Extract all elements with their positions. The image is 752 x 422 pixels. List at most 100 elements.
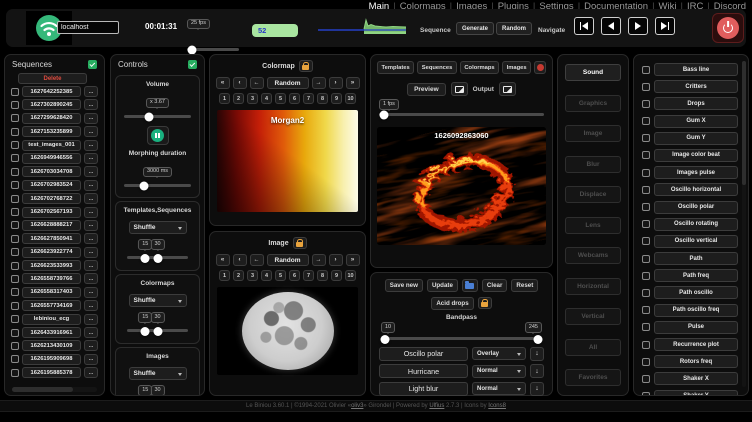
plugin-name-button[interactable]: Hurricane [379, 364, 468, 378]
fps-slider-handle[interactable] [188, 45, 197, 54]
sequence-name-button[interactable]: 1626627850941 [22, 233, 81, 244]
nav-last-button[interactable] [655, 17, 675, 35]
category-button[interactable]: All [565, 339, 621, 356]
move-down-button[interactable]: ↓ [530, 364, 544, 378]
preview-fullscreen-button[interactable] [451, 82, 468, 96]
plugin-checkbox[interactable] [642, 66, 650, 74]
plugin-button[interactable]: Shaker X [654, 372, 738, 385]
category-button[interactable]: Vertical [565, 308, 621, 325]
record-button[interactable] [534, 61, 546, 74]
plugin-checkbox[interactable] [642, 117, 650, 125]
host-input[interactable] [57, 21, 119, 34]
sequence-checkbox[interactable] [11, 302, 19, 310]
sequence-checkbox[interactable] [11, 101, 19, 109]
generate-button[interactable]: Generate [456, 22, 494, 35]
pager-prev-button[interactable]: « [216, 254, 230, 266]
bandpass-max-handle[interactable] [533, 335, 542, 344]
range-max-handle[interactable] [153, 327, 162, 336]
pager-number-button[interactable]: 3 [247, 270, 259, 281]
nav-next-button[interactable] [628, 17, 648, 35]
sequence-name-button[interactable]: 1627299628420 [22, 113, 81, 124]
sequence-checkbox[interactable] [11, 221, 19, 229]
category-button[interactable]: Horizontal [565, 278, 621, 295]
sequence-name-button[interactable]: 1627642252385 [22, 86, 81, 97]
category-button[interactable]: Webcams [565, 247, 621, 264]
plugin-button[interactable]: Oscillo horizontal [654, 183, 738, 196]
plugin-checkbox[interactable] [642, 100, 650, 108]
plugin-button[interactable]: Gum Y [654, 132, 738, 145]
plugin-button[interactable]: Oscillo vertical [654, 235, 738, 248]
sequence-checkbox[interactable] [11, 288, 19, 296]
sequence-checkbox[interactable] [11, 128, 19, 136]
duration-range-slider[interactable]: 15 30 [127, 239, 188, 263]
category-button[interactable]: Image [565, 125, 621, 142]
plugin-button[interactable]: Images pulse [654, 166, 738, 179]
shuffle-mode-select[interactable]: Shuffle [129, 294, 187, 307]
sequence-options-button[interactable]: ... [84, 247, 98, 258]
category-button[interactable]: Blur [565, 156, 621, 173]
category-button[interactable]: Favorites [565, 369, 621, 386]
pager-number-button[interactable]: 6 [289, 93, 301, 104]
pause-button[interactable] [147, 126, 169, 145]
morphing-slider-handle[interactable] [140, 181, 149, 190]
sequence-options-button[interactable]: ... [84, 273, 98, 284]
blend-mode-select[interactable]: Overlay [472, 347, 526, 360]
plugin-checkbox[interactable] [642, 289, 650, 297]
preview-tab-button[interactable]: Images [502, 61, 531, 74]
plugin-checkbox[interactable] [642, 375, 650, 383]
category-button[interactable]: Sound [565, 64, 621, 81]
category-button[interactable]: Graphics [565, 95, 621, 112]
sequence-options-button[interactable]: ... [84, 220, 98, 231]
sequence-checkbox[interactable] [11, 262, 19, 270]
pager-number-button[interactable]: 4 [261, 93, 273, 104]
template-lock-button[interactable] [478, 297, 492, 309]
plugin-button[interactable]: Path freq [654, 269, 738, 282]
sequence-checkbox[interactable] [11, 141, 19, 149]
plugin-button[interactable]: Pulse [654, 321, 738, 334]
sequence-name-button[interactable]: 1626558739766 [22, 273, 81, 284]
sequence-options-button[interactable]: ... [84, 86, 98, 97]
sequence-checkbox[interactable] [11, 355, 19, 363]
sequence-checkbox[interactable] [11, 195, 19, 203]
plugin-button[interactable]: Shaker Y [654, 390, 738, 396]
pager-number-button[interactable]: 10 [345, 270, 357, 281]
pager-prev-button[interactable]: ← [250, 77, 264, 89]
nav-prev-button[interactable] [601, 17, 621, 35]
plugin-checkbox[interactable] [642, 83, 650, 91]
pager-random-button[interactable]: Random [267, 254, 309, 266]
plugin-checkbox[interactable] [642, 341, 650, 349]
preview-button[interactable]: Preview [407, 83, 446, 96]
sequence-name-button[interactable]: 1626702567193 [22, 207, 81, 218]
plugin-checkbox[interactable] [642, 255, 650, 263]
plugin-checkbox[interactable] [642, 306, 650, 314]
hscrollbar-thumb[interactable] [12, 387, 73, 392]
sequence-checkbox[interactable] [11, 235, 19, 243]
sequence-name-button[interactable]: 1626557734169 [22, 300, 81, 311]
reset-button[interactable]: Reset [511, 279, 538, 292]
sequence-name-button[interactable]: 1626702983524 [22, 180, 81, 191]
range-min-handle[interactable] [141, 254, 150, 263]
sequence-options-button[interactable]: ... [84, 354, 98, 365]
range-min-handle[interactable] [141, 327, 150, 336]
sequence-options-button[interactable]: ... [84, 327, 98, 338]
plugin-button[interactable]: Oscillo polar [654, 201, 738, 214]
plugin-checkbox[interactable] [642, 392, 650, 396]
sequence-checkbox[interactable] [11, 114, 19, 122]
sequence-checkbox[interactable] [11, 329, 19, 337]
plugin-button[interactable]: Critters [654, 80, 738, 93]
pager-number-button[interactable]: 2 [233, 270, 245, 281]
sequence-options-button[interactable]: ... [84, 260, 98, 271]
plugin-checkbox[interactable] [642, 358, 650, 366]
vscrollbar-thumb[interactable] [742, 61, 746, 185]
pager-number-button[interactable]: 4 [261, 270, 273, 281]
plugin-button[interactable]: Recurrence plot [654, 338, 738, 351]
pager-number-button[interactable]: 8 [317, 93, 329, 104]
template-name-button[interactable]: Acid drops [431, 297, 473, 310]
sequence-name-button[interactable]: 1626623922774 [22, 247, 81, 258]
sequences-enabled-checkbox[interactable] [88, 60, 97, 69]
sequence-name-button[interactable]: 1626195885378 [22, 367, 81, 378]
plugin-checkbox[interactable] [642, 237, 650, 245]
plugin-button[interactable]: Path oscillo [654, 286, 738, 299]
pager-prev-button[interactable]: ‹ [233, 254, 247, 266]
pager-number-button[interactable]: 8 [317, 270, 329, 281]
